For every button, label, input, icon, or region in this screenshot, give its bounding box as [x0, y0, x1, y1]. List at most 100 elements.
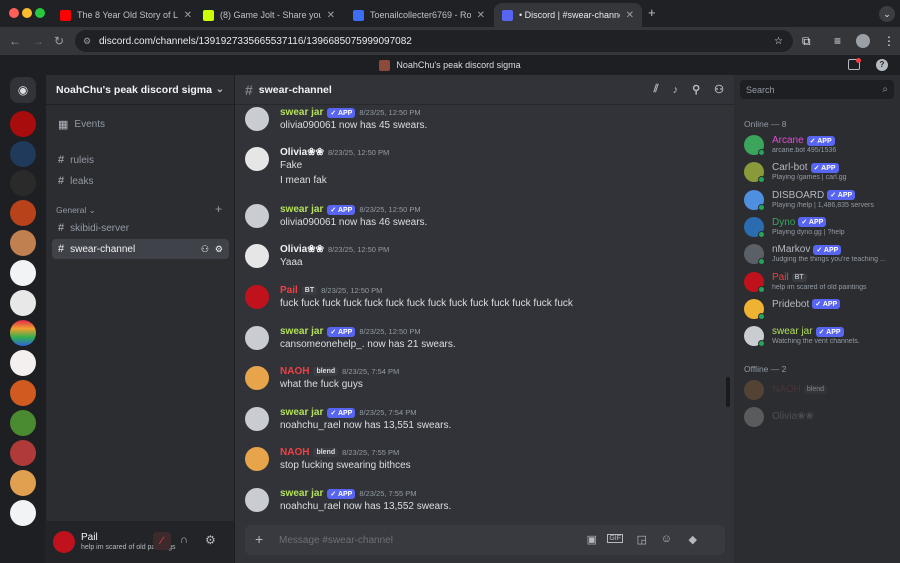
gif-icon[interactable]: GIF [607, 534, 623, 543]
member-item[interactable]: Carl-bot ✓ APP Playing /games | carl.gg [744, 162, 894, 184]
maximize-window-button[interactable] [35, 8, 45, 18]
close-window-button[interactable] [9, 8, 19, 18]
member-item[interactable]: Pail BT help im scared of old paintings [744, 271, 894, 294]
forward-icon[interactable]: → [32, 34, 44, 48]
search-input[interactable]: Search ⌕ [740, 80, 894, 99]
site-info-icon[interactable]: ⚙ [83, 36, 91, 47]
close-tab-icon[interactable]: ✕ [626, 10, 634, 21]
browser-tab[interactable]: • Discord | #swear-channel | ✕ [494, 3, 642, 27]
close-tab-icon[interactable]: ✕ [184, 10, 192, 21]
channel-skibidi-server[interactable]: # skibidi-server [52, 218, 229, 238]
close-tab-icon[interactable]: ✕ [327, 10, 335, 21]
channel-ruleis[interactable]: # ruleis [52, 150, 229, 170]
member-item[interactable]: Olivia❀❀ [744, 407, 894, 429]
new-tab-button[interactable]: + [648, 5, 656, 20]
tab-search-button[interactable]: ⌄ [879, 6, 895, 22]
message-author[interactable]: swear jar [280, 488, 323, 499]
sticker-icon[interactable]: ◲ [637, 533, 647, 546]
server-icon-5[interactable] [10, 230, 36, 256]
gear-icon[interactable]: ⚙ [205, 533, 216, 547]
avatar[interactable] [245, 366, 269, 390]
direct-messages-button[interactable]: ◉ [10, 77, 36, 103]
invite-icon[interactable]: ⚇ [201, 244, 209, 255]
avatar[interactable] [245, 326, 269, 350]
inbox-icon[interactable] [848, 58, 861, 70]
browser-tab[interactable]: Toenailcollecter6769 - Roblox ✕ [345, 3, 493, 27]
browser-tab[interactable]: The 8 Year Old Story of Luna ✕ [52, 3, 200, 27]
member-item[interactable]: Arcane ✓ APP arcane.bot 495/1536 [744, 135, 894, 157]
member-list-icon[interactable]: ⚇ [714, 83, 724, 96]
server-icon-4[interactable] [10, 200, 36, 226]
server-icon-9[interactable] [10, 350, 36, 376]
profile-avatar[interactable] [856, 34, 870, 48]
app-badge: ✓ APP [812, 299, 841, 310]
create-channel-icon[interactable]: + [215, 202, 222, 216]
server-icon-2[interactable] [10, 141, 36, 167]
message-author[interactable]: Olivia❀❀ [280, 244, 324, 255]
member-item[interactable]: Pridebot ✓ APP [744, 298, 894, 321]
threads-icon[interactable]: ⫽ [654, 83, 659, 96]
extensions-icon[interactable]: ⧉ [802, 34, 811, 49]
member-item[interactable]: Dyno ✓ APP Playing dyno.gg | ?help [744, 216, 894, 239]
server-icon-10[interactable] [10, 380, 36, 406]
channel-swear-channel[interactable]: # swear-channel ⚇ ⚙ [52, 239, 229, 259]
avatar[interactable] [245, 147, 269, 171]
message-author[interactable]: NAOH [280, 366, 309, 377]
server-icon-12[interactable] [10, 440, 36, 466]
server-icon-7[interactable] [10, 290, 36, 316]
message-author[interactable]: swear jar [280, 204, 323, 215]
message-author[interactable]: NAOH [280, 447, 309, 458]
avatar[interactable] [245, 107, 269, 131]
avatar[interactable] [245, 285, 269, 309]
back-icon[interactable]: ← [9, 34, 21, 48]
server-header[interactable]: NoahChu's peak discord sigma ⌄ [46, 75, 234, 105]
emoji-icon[interactable]: ☺ [661, 533, 672, 545]
tab-favicon [502, 9, 513, 21]
member-item[interactable]: nMarkov ✓ APP Judging the things you're t… [744, 244, 894, 266]
activities-icon[interactable]: ◆ [689, 533, 697, 546]
bookmark-star-icon[interactable]: ☆ [774, 36, 783, 47]
close-tab-icon[interactable]: ✕ [477, 10, 485, 21]
avatar[interactable] [245, 488, 269, 512]
gear-icon[interactable]: ⚙ [215, 244, 223, 255]
member-item[interactable]: DISBOARD ✓ APP Playing /help | 1,486,835 … [744, 189, 894, 212]
member-item[interactable]: swear jar ✓ APP Watching the vent channel… [744, 326, 894, 348]
message-input[interactable]: + Message #swear-channel ▣ GIF ◲ ☺ ◆ [245, 525, 725, 555]
browser-tab[interactable]: (8) Game Jolt - Share your c ✕ [195, 3, 343, 27]
help-icon[interactable]: ? [876, 59, 888, 71]
member-name: Carl-bot [772, 162, 808, 174]
member-item[interactable]: NAOH blend [744, 380, 894, 402]
avatar[interactable] [53, 531, 75, 553]
message-author[interactable]: swear jar [280, 326, 323, 337]
gift-icon[interactable]: ▣ [587, 533, 597, 546]
server-icon-14[interactable] [10, 500, 36, 526]
mute-mic-icon[interactable]: ⁄ [153, 532, 171, 550]
reload-icon[interactable]: ↻ [54, 34, 64, 48]
browser-menu-icon[interactable]: ⋮ [883, 34, 895, 48]
message-author[interactable]: swear jar [280, 407, 323, 418]
avatar[interactable] [245, 204, 269, 228]
channel-events[interactable]: ▦ Events [52, 114, 229, 134]
message-author[interactable]: Pail [280, 285, 298, 296]
server-icon-6[interactable] [10, 260, 36, 286]
headphones-icon[interactable]: ∩ [180, 534, 188, 546]
add-attachment-icon[interactable]: + [255, 531, 263, 547]
minimize-window-button[interactable] [22, 8, 32, 18]
channel-leaks[interactable]: # leaks [52, 171, 229, 191]
server-icon-8[interactable] [10, 320, 36, 346]
avatar[interactable] [245, 244, 269, 268]
message-author[interactable]: swear jar [280, 107, 323, 118]
category-general[interactable]: General ⌄ [56, 205, 96, 216]
pin-icon[interactable]: ⚲ [692, 83, 700, 96]
avatar[interactable] [245, 447, 269, 471]
server-icon-11[interactable] [10, 410, 36, 436]
server-icon-3[interactable] [10, 170, 36, 196]
avatar[interactable] [245, 407, 269, 431]
media-icon[interactable]: ≡ [834, 34, 841, 48]
scrollbar[interactable] [726, 377, 730, 407]
url-field[interactable]: ⚙ discord.com/channels/13919273356655371… [75, 30, 793, 52]
server-icon-13[interactable] [10, 470, 36, 496]
bell-icon[interactable]: ♪ [673, 84, 679, 96]
message-author[interactable]: Olivia❀❀ [280, 147, 324, 158]
server-icon-1[interactable] [10, 111, 36, 137]
